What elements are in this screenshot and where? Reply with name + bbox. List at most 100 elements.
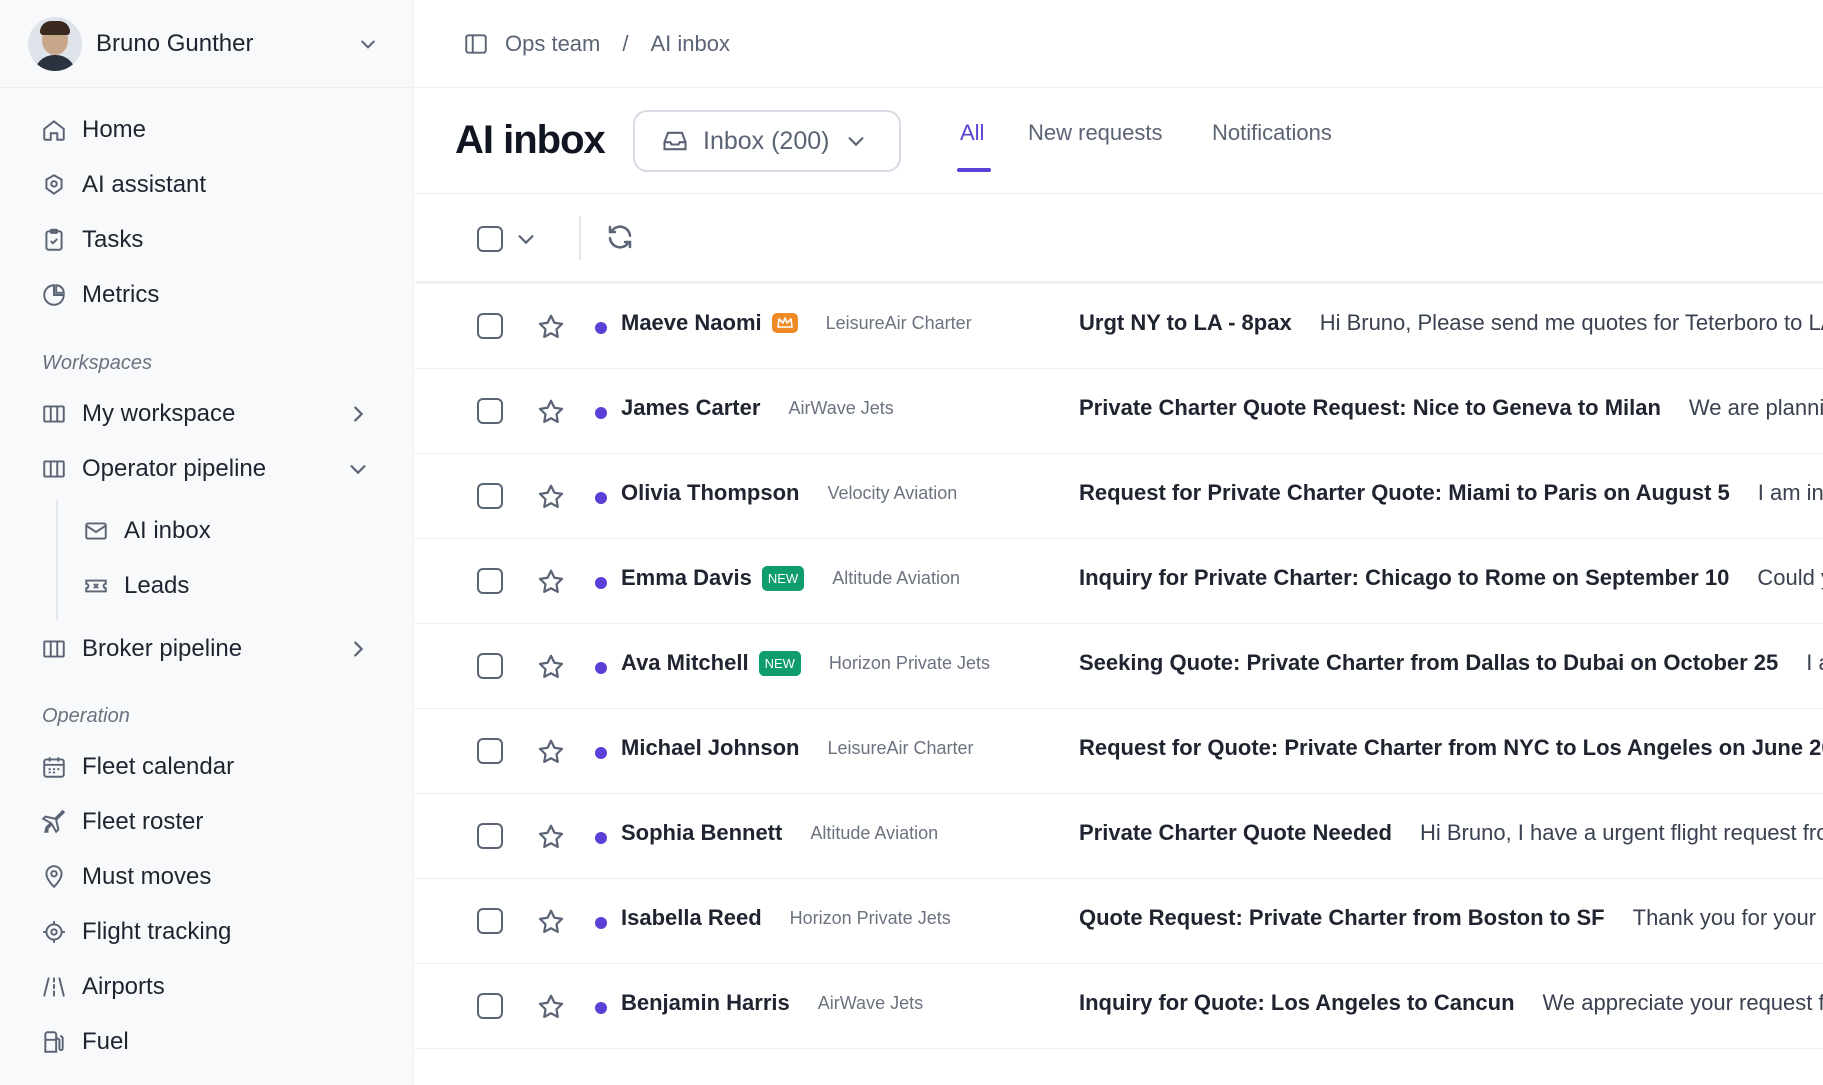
nav-item-broker-pipeline[interactable]: Broker pipeline [40, 629, 242, 669]
row-checkbox[interactable] [477, 398, 503, 424]
tab-all[interactable]: All [960, 120, 984, 146]
sender: Benjamin Harris AirWave Jets [621, 990, 923, 1016]
nav-item-leads[interactable]: Leads [82, 566, 189, 606]
select-all-checkbox[interactable] [477, 226, 503, 252]
message-subject: Request for Quote: Private Charter from … [1079, 735, 1823, 761]
message-row[interactable]: Olivia Thompson Velocity Aviation Reques… [415, 454, 1823, 539]
star-icon[interactable] [536, 737, 566, 767]
chevron-down-icon[interactable] [347, 458, 369, 480]
ticket-icon [82, 572, 110, 600]
breadcrumb-page: AI inbox [650, 30, 731, 56]
row-checkbox[interactable] [477, 993, 503, 1019]
nav-label: Broker pipeline [82, 635, 243, 662]
message-preview: Hi Bruno, I have a urgent flight request… [1419, 820, 1823, 845]
sender-company: Horizon Private Jets [789, 907, 951, 928]
sender-name: Sophia Bennett [621, 820, 783, 845]
clipboard-check-icon [40, 226, 68, 254]
star-icon[interactable] [536, 992, 566, 1022]
nav-label: Flight tracking [82, 918, 232, 945]
chevron-down-icon[interactable] [358, 34, 378, 54]
nav-item-home[interactable]: Home [40, 110, 146, 150]
star-icon[interactable] [536, 567, 566, 597]
message-preview: We appreciate your request for [1542, 990, 1823, 1015]
message-row[interactable]: Sophia Bennett Altitude Aviation Private… [415, 794, 1823, 879]
sender-company: AirWave Jets [817, 992, 924, 1013]
runway-icon [40, 973, 68, 1001]
row-checkbox[interactable] [477, 908, 503, 934]
nav-item-airports[interactable]: Airports [40, 967, 165, 1007]
nav-item-ai-assistant[interactable]: AI assistant [40, 165, 206, 205]
tab-notifications[interactable]: Notifications [1212, 120, 1332, 146]
chevron-right-icon[interactable] [347, 403, 369, 425]
nav-label: Fuel [82, 1028, 129, 1055]
sender-name: Olivia Thompson [621, 480, 800, 505]
user-switcher[interactable]: Bruno Gunther [0, 0, 414, 88]
sidebar: Bruno Gunther Home AI assistant Tasks Me… [0, 0, 414, 1085]
sender: Maeve Naomi LeisureAir Charter [621, 310, 972, 336]
message-row[interactable]: Benjamin Harris AirWave Jets Inquiry for… [415, 964, 1823, 1049]
nav-item-ai-inbox[interactable]: AI inbox [82, 511, 211, 551]
nav-item-metrics[interactable]: Metrics [40, 275, 159, 315]
main-content: Ops team / AI inbox AI inbox Inbox (200)… [415, 0, 1823, 1085]
row-checkbox[interactable] [477, 483, 503, 509]
row-checkbox[interactable] [477, 568, 503, 594]
nav-item-must-moves[interactable]: Must moves [40, 857, 211, 897]
chevron-right-icon[interactable] [347, 638, 369, 660]
message-row[interactable]: James Carter AirWave Jets Private Charte… [415, 369, 1823, 454]
breadcrumb-team[interactable]: Ops team [505, 31, 600, 57]
star-icon[interactable] [536, 482, 566, 512]
message-row[interactable]: Maeve Naomi LeisureAir Charter Urgt NY t… [415, 284, 1823, 369]
message-preview: I am inter [1757, 480, 1823, 505]
star-icon[interactable] [536, 312, 566, 342]
sender-company: Altitude Aviation [810, 822, 939, 843]
star-icon[interactable] [536, 397, 566, 427]
message-subject: Inquiry for Quote: Los Angeles to Cancun… [1079, 990, 1823, 1016]
message-subject: Request for Private Charter Quote: Miami… [1079, 480, 1823, 506]
message-preview: Could you [1757, 565, 1823, 590]
nav-item-fleet-roster[interactable]: Fleet roster [40, 802, 203, 842]
message-row[interactable]: Michael Johnson LeisureAir Charter Reque… [415, 709, 1823, 794]
unread-dot [595, 407, 607, 419]
subject-text: Quote Request: Private Charter from Bost… [1079, 905, 1605, 930]
sender: Emma Davis NEW Altitude Aviation [621, 565, 960, 591]
star-icon[interactable] [536, 652, 566, 682]
star-icon[interactable] [536, 907, 566, 937]
unread-dot [595, 492, 607, 504]
row-checkbox[interactable] [477, 738, 503, 764]
message-subject: Quote Request: Private Charter from Bost… [1079, 905, 1823, 931]
nav-item-fleet-calendar[interactable]: Fleet calendar [40, 747, 234, 787]
star-icon[interactable] [536, 822, 566, 852]
sender-company: Velocity Aviation [827, 482, 958, 503]
chevron-down-icon[interactable] [515, 228, 537, 250]
nav-label: AI assistant [82, 171, 207, 198]
home-icon [40, 116, 68, 144]
sender-company: Horizon Private Jets [828, 652, 990, 673]
nav-item-operator-pipeline[interactable]: Operator pipeline [40, 449, 266, 489]
subject-text: Request for Private Charter Quote: Miami… [1079, 480, 1730, 505]
nav-item-flight-tracking[interactable]: Flight tracking [40, 912, 231, 952]
message-preview: We are planning [1688, 395, 1823, 420]
message-row[interactable]: Ava Mitchell NEW Horizon Private Jets Se… [415, 624, 1823, 709]
unread-dot [595, 577, 607, 589]
nav-item-fuel[interactable]: Fuel [40, 1022, 129, 1062]
message-row[interactable]: Isabella Reed Horizon Private Jets Quote… [415, 879, 1823, 964]
tab-active-indicator [957, 168, 991, 172]
sender: Ava Mitchell NEW Horizon Private Jets [621, 650, 990, 676]
message-row[interactable]: Emma Davis NEW Altitude Aviation Inquiry… [415, 539, 1823, 624]
inbox-selector[interactable]: Inbox (200) [633, 110, 901, 172]
row-checkbox[interactable] [477, 313, 503, 339]
row-checkbox[interactable] [477, 653, 503, 679]
breadcrumb-separator: / [622, 30, 629, 56]
nav-item-tasks[interactable]: Tasks [40, 220, 143, 260]
columns-icon [40, 455, 68, 483]
sender-name: Michael Johnson [621, 735, 800, 760]
row-checkbox[interactable] [477, 823, 503, 849]
location-pin-icon [40, 863, 68, 891]
sidebar-toggle-icon[interactable] [463, 31, 489, 57]
tab-new-requests[interactable]: New requests [1028, 120, 1163, 146]
nav-item-my-workspace[interactable]: My workspace [40, 394, 235, 434]
section-label-operation: Operation [42, 705, 130, 727]
inbox-selector-label: Inbox (200) [703, 126, 830, 155]
sender-name: Emma Davis [621, 565, 752, 590]
refresh-icon[interactable] [605, 222, 635, 252]
